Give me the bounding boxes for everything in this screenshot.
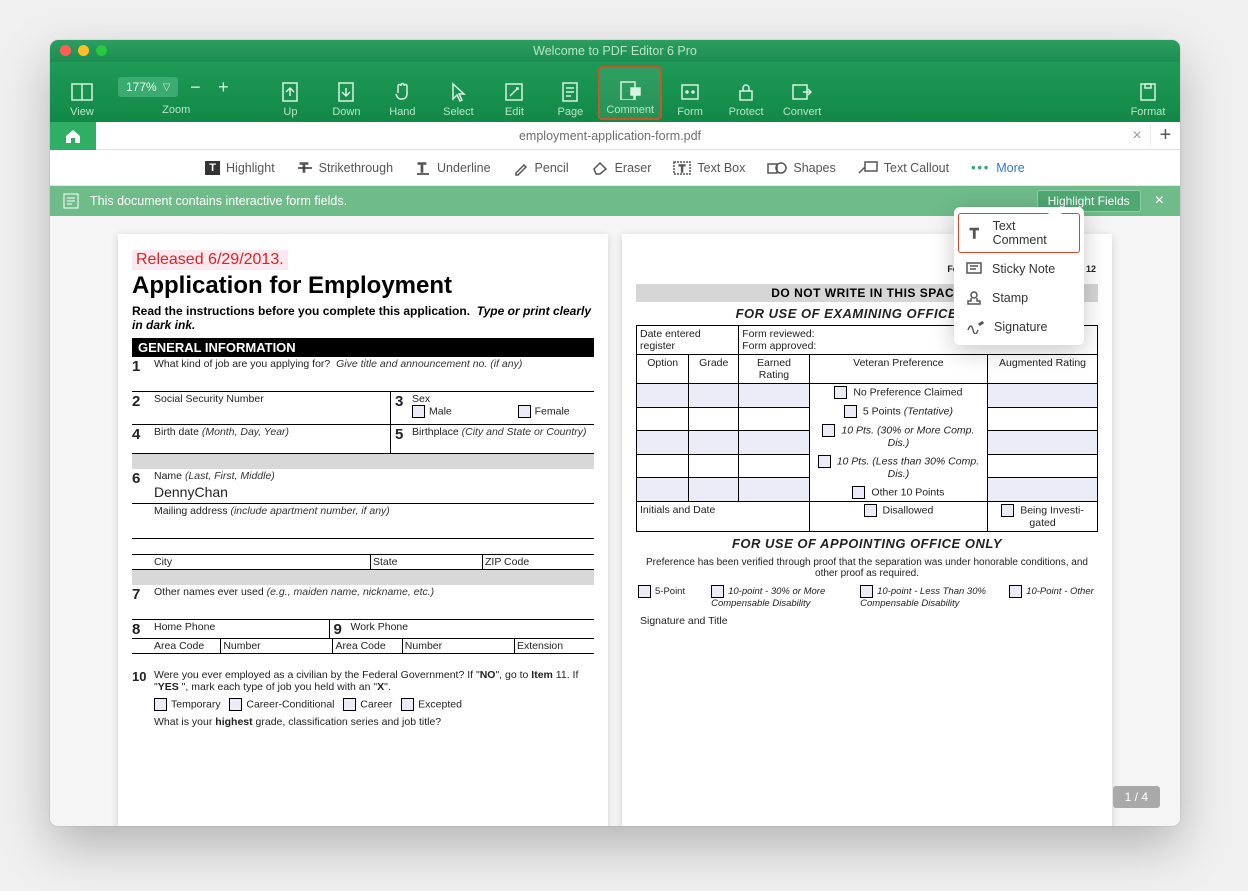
highlight-icon: T xyxy=(205,161,220,175)
titlebar: Welcome to PDF Editor 6 Pro xyxy=(50,40,1180,62)
textbox-tool[interactable]: T Text Box xyxy=(673,161,745,175)
up-button[interactable]: Up xyxy=(262,66,318,120)
zoom-select[interactable]: 177% ▽ xyxy=(118,77,178,97)
highlight-tool[interactable]: T Highlight xyxy=(205,161,274,175)
minimize-dot[interactable] xyxy=(78,45,89,56)
format-button[interactable]: Format xyxy=(1120,66,1176,120)
form-instructions: Read the instructions before you complet… xyxy=(132,304,594,332)
name-field[interactable]: DennyChan xyxy=(154,482,592,502)
select-button[interactable]: Select xyxy=(430,66,486,120)
strikethrough-tool[interactable]: T Strikethrough xyxy=(297,160,393,176)
edit-button[interactable]: Edit xyxy=(486,66,542,120)
home-button[interactable] xyxy=(50,122,96,150)
pencil-tool[interactable]: Pencil xyxy=(513,160,569,176)
svg-text:T: T xyxy=(679,164,685,175)
text-comment-item[interactable]: T Text Comment xyxy=(958,213,1080,253)
text-icon: T xyxy=(967,225,983,241)
traffic-lights[interactable] xyxy=(60,45,107,56)
strikethrough-icon: T xyxy=(297,160,313,176)
callout-tool[interactable]: Text Callout xyxy=(858,161,949,175)
home-icon xyxy=(64,128,82,144)
zoom-out-button[interactable]: − xyxy=(184,77,206,98)
stamp-icon xyxy=(966,290,982,306)
zoom-in-button[interactable]: + xyxy=(212,77,234,98)
shapes-tool[interactable]: Shapes xyxy=(767,161,835,175)
eraser-icon xyxy=(591,161,609,175)
view-button[interactable]: View xyxy=(54,66,110,120)
chevron-down-icon: ▽ xyxy=(163,82,171,93)
shapes-icon xyxy=(767,161,787,175)
app-window: Welcome to PDF Editor 6 Pro View 177% ▽ … xyxy=(50,40,1180,826)
form-title: Application for Employment xyxy=(132,272,594,300)
signature-icon xyxy=(966,320,984,334)
convert-button[interactable]: Convert xyxy=(774,66,830,120)
protect-button[interactable]: Protect xyxy=(718,66,774,120)
male-checkbox[interactable] xyxy=(412,405,425,418)
comment-toolbar: T Highlight T Strikethrough T Underline … xyxy=(50,150,1180,186)
callout-icon xyxy=(858,161,878,175)
tab-bar: employment-application-form.pdf × + xyxy=(50,122,1180,150)
eraser-tool[interactable]: Eraser xyxy=(591,161,652,175)
comment-button[interactable]: Comment xyxy=(598,66,662,120)
zoom-label: Zoom xyxy=(162,104,190,116)
underline-icon: T xyxy=(415,160,431,176)
tab-close-button[interactable]: × xyxy=(1124,127,1150,145)
zoom-dot[interactable] xyxy=(96,45,107,56)
underline-tool[interactable]: T Underline xyxy=(415,160,491,176)
form-button[interactable]: Form xyxy=(662,66,718,120)
hand-button[interactable]: Hand xyxy=(374,66,430,120)
more-icon: ••• xyxy=(971,161,990,175)
signature-item[interactable]: Signature xyxy=(954,313,1084,341)
close-dot[interactable] xyxy=(60,45,71,56)
form-icon xyxy=(62,193,80,209)
sticky-icon xyxy=(966,262,982,276)
examining-table: Date entered register Form reviewed:Form… xyxy=(636,325,1098,532)
window-title: Welcome to PDF Editor 6 Pro xyxy=(50,44,1180,58)
pencil-icon xyxy=(513,160,529,176)
new-tab-button[interactable]: + xyxy=(1150,124,1180,147)
page-counter: 1 / 4 xyxy=(1113,786,1160,808)
svg-text:T: T xyxy=(418,160,426,175)
main-toolbar: View 177% ▽ − + Zoom Up Down Hand xyxy=(50,62,1180,122)
zoom-value: 177% xyxy=(126,80,157,94)
notice-text: This document contains interactive form … xyxy=(90,194,1027,208)
textbox-icon: T xyxy=(673,161,691,175)
more-tool[interactable]: ••• More xyxy=(971,161,1025,175)
stamp-item[interactable]: Stamp xyxy=(954,283,1084,313)
view-label: View xyxy=(70,106,94,118)
page-button[interactable]: Page xyxy=(542,66,598,120)
more-dropdown: T Text Comment Sticky Note Stamp Signatu… xyxy=(954,207,1084,345)
released-stamp: Released 6/29/2013. xyxy=(132,250,288,270)
female-checkbox[interactable] xyxy=(518,405,531,418)
sticky-note-item[interactable]: Sticky Note xyxy=(954,255,1084,283)
section-header: GENERAL INFORMATION xyxy=(132,338,594,357)
down-button[interactable]: Down xyxy=(318,66,374,120)
svg-text:T: T xyxy=(970,225,979,241)
page-1: Released 6/29/2013. Application for Empl… xyxy=(118,234,608,826)
tab-filename[interactable]: employment-application-form.pdf xyxy=(96,129,1124,143)
notice-close-button[interactable]: × xyxy=(1151,192,1168,210)
